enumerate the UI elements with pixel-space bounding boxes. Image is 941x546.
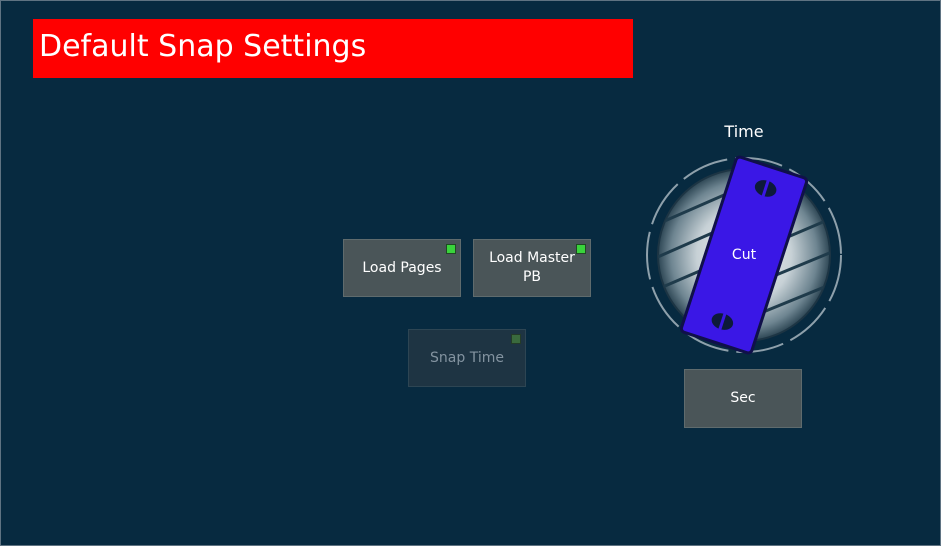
page-title: Default Snap Settings xyxy=(39,29,367,64)
sec-button[interactable]: Sec xyxy=(684,369,802,428)
load-master-pb-indicator xyxy=(576,244,586,254)
load-pages-indicator xyxy=(446,244,456,254)
sec-label: Sec xyxy=(730,390,756,406)
snap-time-label: Snap Time xyxy=(430,349,504,366)
settings-window: Default Snap Settings Load Pages Load Ma… xyxy=(0,0,941,546)
load-pages-label: Load Pages xyxy=(362,259,442,276)
snap-time-indicator xyxy=(511,334,521,344)
dial-title: Time xyxy=(724,122,764,141)
dial-value: Cut xyxy=(731,247,757,263)
title-bar: Default Snap Settings xyxy=(33,19,633,78)
load-pages-button[interactable]: Load Pages xyxy=(343,239,461,297)
load-master-pb-button[interactable]: Load Master PB xyxy=(473,239,591,297)
snap-time-button[interactable]: Snap Time xyxy=(408,329,526,387)
load-master-pb-label: Load Master PB xyxy=(489,250,575,285)
